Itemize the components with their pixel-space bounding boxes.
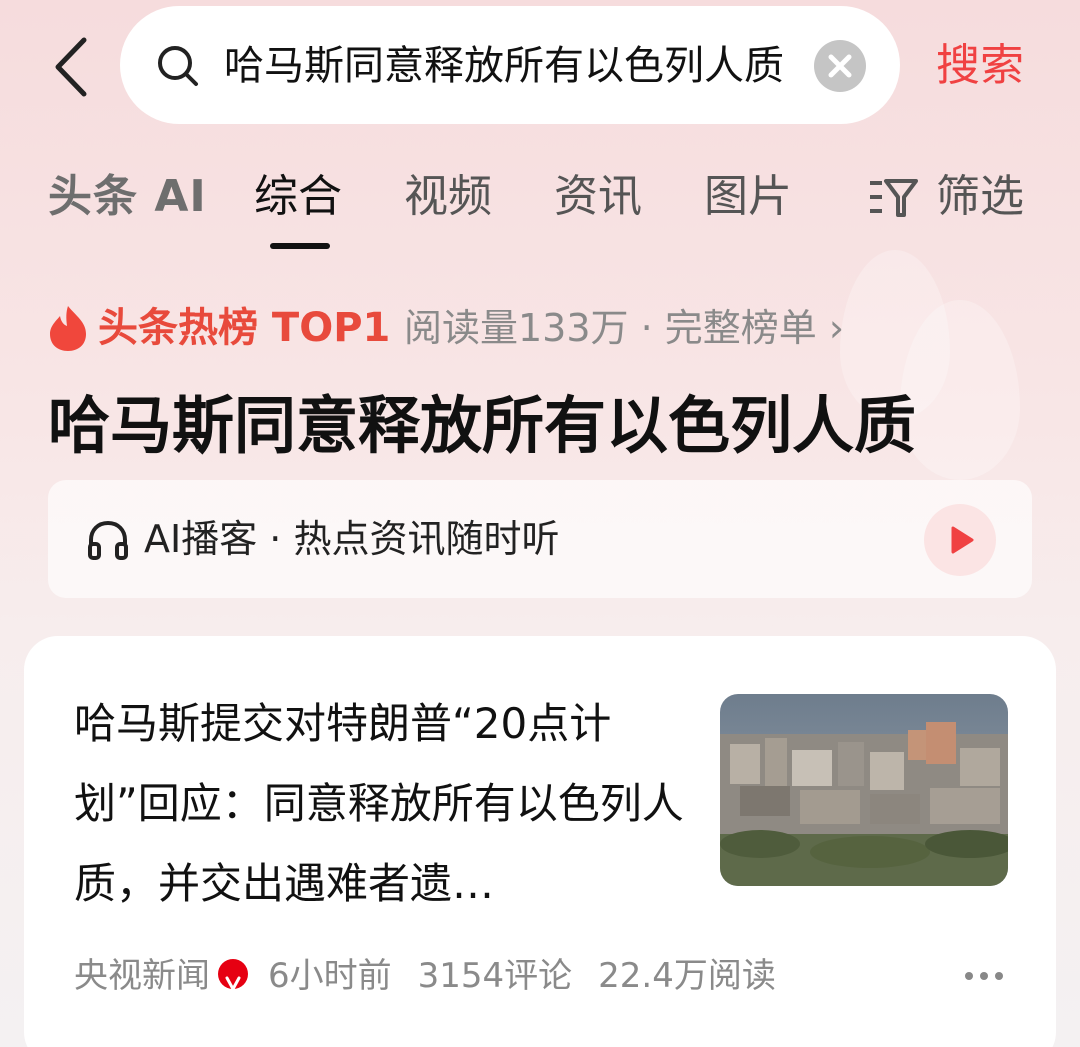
city-photo [720,694,1008,886]
tab-toutiao-ai[interactable]: 头条 AI [48,165,207,229]
tab-images[interactable]: 图片 [704,165,792,229]
hot-rank-label: 头条热榜 TOP1 [98,305,391,351]
podcast-label: AI播客 · 热点资讯随时听 [144,517,560,561]
news-card[interactable]: 哈马斯提交对特朗普“20点计划”回应：同意释放所有以色列人质，并交出遇难者遗… [24,636,1056,1047]
search-input[interactable]: 哈马斯同意释放所有以色列人质 [224,36,784,96]
tab-news[interactable]: 资讯 [554,165,642,229]
search-submit-button[interactable]: 搜索 [936,36,1024,96]
topic-title: 哈马斯同意释放所有以色列人质 [48,389,917,462]
search-header: 哈马斯同意释放所有以色列人质 搜索 [0,0,1080,135]
ai-podcast-bar[interactable]: AI播客 · 热点资讯随时听 [48,480,1032,598]
search-box[interactable]: 哈马斯同意释放所有以色列人质 [120,6,900,124]
more-icon[interactable] [964,970,1004,982]
play-icon [951,526,974,554]
tab-filter[interactable]: 筛选 [936,165,1024,229]
news-title[interactable]: 哈马斯提交对特朗普“20点计划”回应：同意释放所有以色列人质，并交出遇难者遗… [74,684,684,924]
active-tab-indicator [270,243,330,249]
play-button[interactable] [924,504,996,576]
news-thumbnail[interactable] [720,694,1008,886]
clear-icon[interactable] [814,40,866,92]
news-source[interactable]: 央视新闻 [74,948,210,1004]
filter-icon[interactable] [868,177,918,219]
flame-icon [50,306,86,351]
news-meta: 央视新闻 6小时前 3154评论 22.4万阅读 [74,946,1004,1002]
news-comments: 3154评论 [417,955,573,996]
hot-rank-meta[interactable]: 阅读量133万 · 完整榜单 › [404,300,844,356]
back-button[interactable] [44,32,104,102]
result-tabs: 头条 AI 综合 视频 资讯 图片 筛选 [0,165,1080,255]
verified-icon [218,958,248,990]
back-arrow-icon [55,37,87,97]
news-reads: 22.4万阅读 [598,955,776,996]
hot-rank-line[interactable]: 头条热榜 TOP1 阅读量133万 · 完整榜单 › [48,300,1048,360]
search-icon [158,46,198,86]
news-time: 6小时前 [268,955,392,996]
headphone-icon [88,520,128,560]
tab-all[interactable]: 综合 [254,165,342,229]
tab-video[interactable]: 视频 [404,165,492,229]
